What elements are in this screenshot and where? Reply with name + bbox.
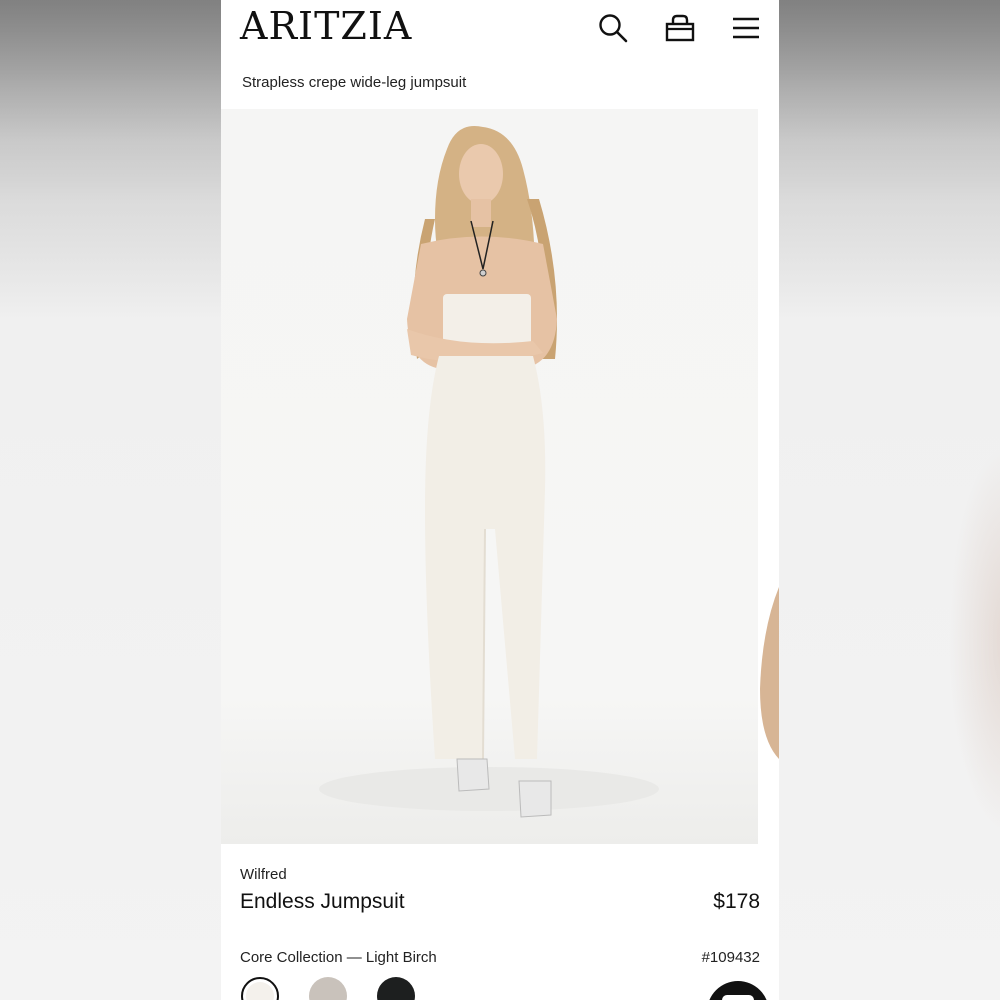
swatch-light-birch[interactable]: [241, 977, 279, 1000]
hamburger-menu-icon[interactable]: [730, 12, 762, 44]
product-name: Endless Jumpsuit: [240, 890, 405, 913]
shopping-bag-icon[interactable]: [664, 12, 696, 44]
swatch-taupe[interactable]: [309, 977, 347, 1000]
chat-icon[interactable]: [707, 981, 769, 1000]
backdrop-left: [0, 0, 221, 1000]
product-subtitle: Strapless crepe wide-leg jumpsuit: [242, 74, 467, 91]
mobile-page: ARITZIA Strapless crepe wide-leg jumpsui…: [221, 0, 779, 1000]
aritzia-logo[interactable]: ARITZIA: [240, 4, 412, 48]
product-sku: #109432: [701, 949, 760, 966]
next-product-photo-peek[interactable]: [758, 109, 779, 844]
product-brand[interactable]: Wilfred: [240, 866, 287, 883]
backdrop-right: [779, 0, 1000, 1000]
model-illustration: [319, 125, 659, 818]
product-price: $178: [713, 890, 760, 913]
site-header: ARITZIA: [221, 0, 779, 58]
colorway-label: Core Collection — Light Birch: [240, 949, 437, 966]
swatch-black[interactable]: [377, 977, 415, 1000]
search-icon[interactable]: [597, 12, 629, 44]
product-photo[interactable]: [221, 109, 758, 844]
